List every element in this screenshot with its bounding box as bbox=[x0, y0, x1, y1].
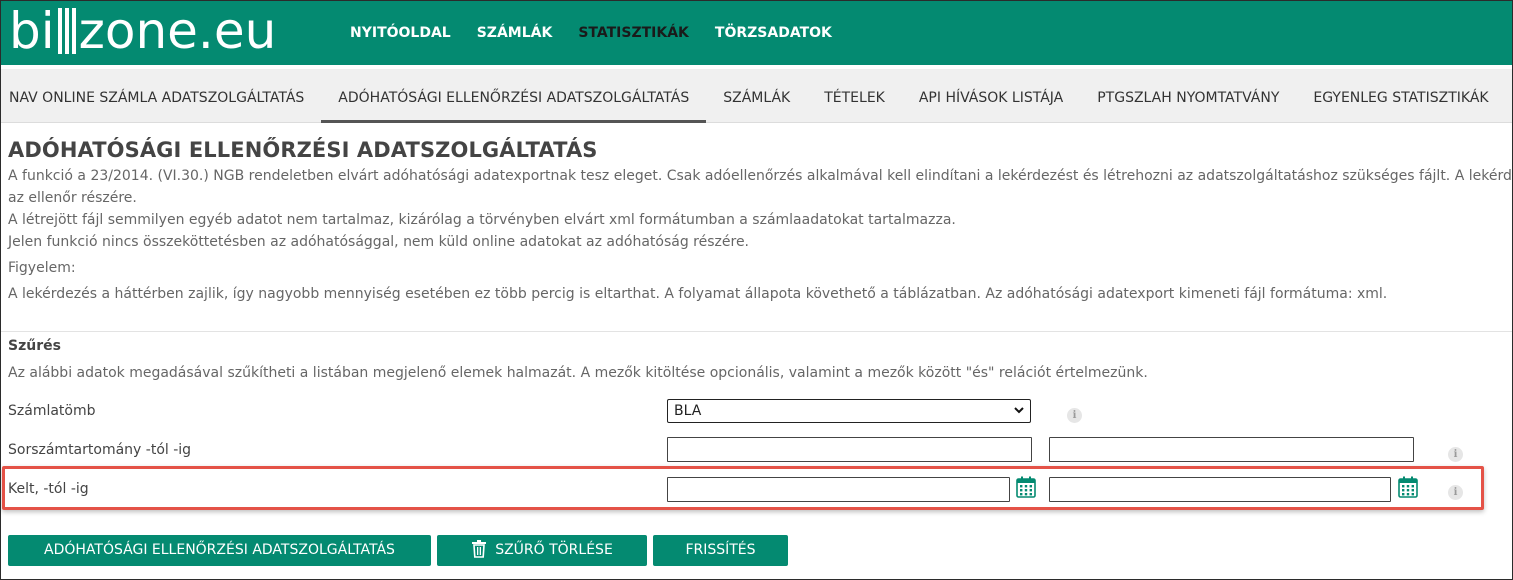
sub-nav: NAV ONLINE SZÁMLA ADATSZOLGÁLTATÁS ADÓHA… bbox=[1, 65, 1512, 123]
file-content-paragraph: A létrejött fájl semmilyen egyéb adatot … bbox=[8, 212, 956, 228]
main-nav: NYITÓOLDAL SZÁMLÁK STATISZTIKÁK TÖRZSADA… bbox=[337, 1, 845, 65]
serial-from-input[interactable] bbox=[667, 437, 1032, 462]
invoice-block-value: BLA bbox=[674, 403, 702, 419]
tab-invoices[interactable]: SZÁMLÁK bbox=[706, 69, 807, 123]
billzone-logo[interactable]: bi zone.eu bbox=[9, 3, 276, 59]
tab-tax-audit[interactable]: ADÓHATÓSÁGI ELLENŐRZÉSI ADATSZOLGÁLTATÁS bbox=[321, 69, 707, 123]
filter-description: Az alábbi adatok megadásával szűkítheti … bbox=[8, 365, 1148, 381]
tab-ptgszlah[interactable]: PTGSZLAH NYOMTATVÁNY bbox=[1080, 69, 1296, 123]
main-nav-statistics[interactable]: STATISZTIKÁK bbox=[565, 1, 702, 65]
serial-to-input[interactable] bbox=[1049, 437, 1414, 462]
tab-items[interactable]: TÉTELEK bbox=[807, 69, 902, 123]
clear-filter-label: SZŰRŐ TÖRLÉSE bbox=[495, 542, 613, 558]
tab-api-calls[interactable]: API HÍVÁSOK LISTÁJA bbox=[902, 69, 1080, 123]
date-to-input[interactable] bbox=[1049, 477, 1391, 502]
main-content: ADÓHATÓSÁGI ELLENŐRZÉSI ADATSZOLGÁLTATÁS… bbox=[8, 131, 1513, 305]
info-icon[interactable]: i bbox=[1448, 485, 1463, 500]
clear-filter-button[interactable]: SZŰRŐ TÖRLÉSE bbox=[437, 535, 647, 566]
logo-text-left: bi bbox=[9, 2, 55, 60]
filter-title: Szűrés bbox=[8, 338, 61, 354]
calendar-icon[interactable] bbox=[1016, 476, 1036, 498]
calendar-icon[interactable] bbox=[1398, 476, 1418, 498]
intro-paragraph-cont: az ellenőr részére. bbox=[8, 190, 137, 206]
refresh-button-label: FRISSÍTÉS bbox=[685, 542, 756, 558]
background-process-paragraph: A lekérdezés a háttérben zajlik, így nag… bbox=[8, 286, 1388, 302]
main-nav-home[interactable]: NYITÓOLDAL bbox=[337, 1, 464, 65]
info-icon[interactable]: i bbox=[1067, 408, 1082, 423]
date-from-input[interactable] bbox=[667, 477, 1010, 502]
main-nav-master-data[interactable]: TÖRZSADATOK bbox=[702, 1, 845, 65]
refresh-button[interactable]: FRISSÍTÉS bbox=[653, 535, 788, 566]
serial-range-label: Sorszámtartomány -tól -ig bbox=[8, 442, 192, 458]
invoice-block-select[interactable]: BLA bbox=[667, 399, 1031, 423]
intro-paragraph: A funkció a 23/2014. (VI.30.) NGB rendel… bbox=[8, 168, 1513, 184]
tax-audit-export-button[interactable]: ADÓHATÓSÁGI ELLENŐRZÉSI ADATSZOLGÁLTATÁS bbox=[8, 535, 431, 566]
trash-icon bbox=[472, 540, 487, 558]
tab-nav-online[interactable]: NAV ONLINE SZÁMLA ADATSZOLGÁLTATÁS bbox=[1, 69, 321, 123]
no-connection-paragraph: Jelen funkció nincs összeköttetésben az … bbox=[8, 234, 750, 250]
info-icon[interactable]: i bbox=[1448, 447, 1463, 462]
logo-text-right: zone.eu bbox=[78, 2, 277, 60]
chevron-down-icon bbox=[1014, 407, 1024, 414]
logo-bars bbox=[56, 8, 78, 54]
warning-label: Figyelem: bbox=[8, 260, 76, 276]
top-bar: bi zone.eu NYITÓOLDAL SZÁMLÁK STATISZTIKÁ… bbox=[1, 1, 1512, 65]
export-button-label: ADÓHATÓSÁGI ELLENŐRZÉSI ADATSZOLGÁLTATÁS bbox=[44, 542, 395, 558]
page-title: ADÓHATÓSÁGI ELLENŐRZÉSI ADATSZOLGÁLTATÁS bbox=[8, 138, 598, 162]
section-divider bbox=[1, 331, 1512, 332]
page-frame: bi zone.eu NYITÓOLDAL SZÁMLÁK STATISZTIKÁ… bbox=[0, 0, 1513, 580]
invoice-block-label: Számlatömb bbox=[8, 403, 96, 419]
main-nav-invoices[interactable]: SZÁMLÁK bbox=[464, 1, 566, 65]
tab-balance-stats[interactable]: EGYENLEG STATISZTIKÁK bbox=[1296, 69, 1505, 123]
issue-date-label: Kelt, -tól -ig bbox=[8, 481, 89, 497]
